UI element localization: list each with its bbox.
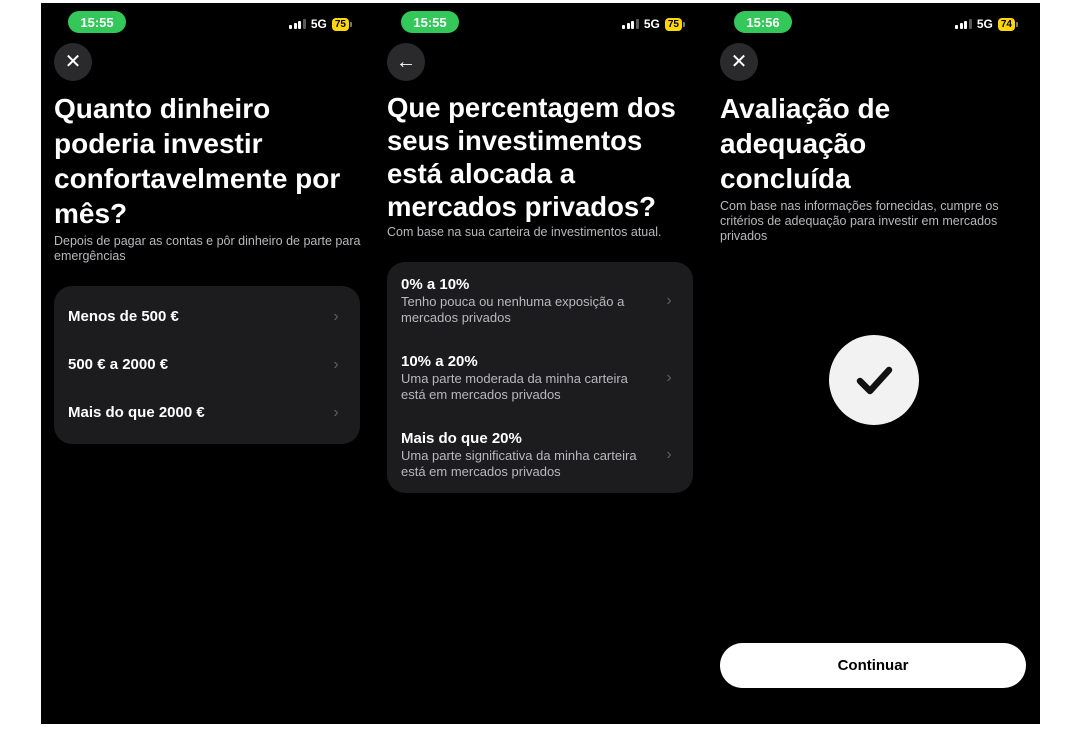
option-less-than-500[interactable]: Menos de 500 € › <box>54 293 360 341</box>
network-label: 5G <box>976 17 993 31</box>
success-badge <box>829 335 919 425</box>
battery-icon: 75 <box>664 17 685 31</box>
option-label: Menos de 500 € <box>68 308 179 325</box>
close-icon: ✕ <box>64 51 82 73</box>
page-subtitle: Depois de pagar as contas e pôr dinheiro… <box>54 234 361 263</box>
signal-icon <box>955 19 972 29</box>
screen-monthly-investment: 15:55 5G 75 ✕ Quanto dinheiro poderia in… <box>41 3 374 724</box>
status-time: 15:55 <box>401 11 459 33</box>
status-bar-right: 5G 75 <box>289 17 352 31</box>
network-label: 5G <box>310 17 327 31</box>
screen-assessment-complete: 15:56 5G 74 ✕ Avaliação de adequação con… <box>707 3 1040 724</box>
back-arrow-icon: ← <box>396 51 416 73</box>
battery-level: 75 <box>664 17 682 31</box>
screenshot-canvas: 15:55 5G 75 ✕ Quanto dinheiro poderia in… <box>41 3 1040 724</box>
page-title: Quanto dinheiro poderia investir confort… <box>54 93 341 229</box>
network-label: 5G <box>643 17 660 31</box>
continue-button[interactable]: Continuar <box>720 643 1026 688</box>
option-label: 500 € a 2000 € <box>68 356 169 373</box>
chevron-right-icon: › <box>333 404 339 421</box>
chevron-right-icon: › <box>666 368 672 386</box>
options-card: Menos de 500 € › 500 € a 2000 € › Mais d… <box>54 286 360 444</box>
chevron-right-icon: › <box>666 291 672 309</box>
status-bar-right: 5G 74 <box>955 17 1018 31</box>
option-label: 10% a 20% <box>401 352 478 370</box>
option-500-to-2000[interactable]: 500 € a 2000 € › <box>54 341 360 389</box>
option-description: Uma parte moderada da minha carteira est… <box>401 370 628 402</box>
options-card: 0% a 10% Tenho pouca ou nenhuma exposiçã… <box>387 262 693 493</box>
option-description: Tenho pouca ou nenhuma exposição a merca… <box>401 293 625 325</box>
close-button[interactable]: ✕ <box>54 43 92 81</box>
page-title: Avaliação de adequação concluída <box>720 93 891 194</box>
option-0-to-10-percent[interactable]: 0% a 10% Tenho pouca ou nenhuma exposiçã… <box>387 262 693 339</box>
option-10-to-20-percent[interactable]: 10% a 20% Uma parte moderada da minha ca… <box>387 339 693 416</box>
screen-private-markets-allocation: 15:55 5G 75 ← Que percentagem dos seus i… <box>374 3 707 724</box>
back-button[interactable]: ← <box>387 43 425 81</box>
page-title: Que percentagem dos seus investimentos e… <box>387 92 676 222</box>
battery-level: 74 <box>997 17 1015 31</box>
battery-level: 75 <box>331 17 349 31</box>
chevron-right-icon: › <box>666 445 672 463</box>
option-label: Mais do que 2000 € <box>68 404 205 421</box>
status-bar-right: 5G 75 <box>622 17 685 31</box>
option-description: Uma parte significativa da minha carteir… <box>401 447 637 479</box>
close-button[interactable]: ✕ <box>720 43 758 81</box>
option-more-than-20-percent[interactable]: Mais do que 20% Uma parte significativa … <box>387 416 693 493</box>
checkmark-icon <box>856 366 893 395</box>
chevron-right-icon: › <box>333 308 339 325</box>
page-subtitle: Com base nas informações fornecidas, cum… <box>720 199 999 243</box>
signal-icon <box>289 19 306 29</box>
option-label: Mais do que 20% <box>401 429 522 447</box>
chevron-right-icon: › <box>333 356 339 373</box>
option-label: 0% a 10% <box>401 275 470 293</box>
close-icon: ✕ <box>730 51 748 73</box>
battery-icon: 75 <box>331 17 352 31</box>
status-time: 15:55 <box>68 11 126 33</box>
signal-icon <box>622 19 639 29</box>
option-more-than-2000[interactable]: Mais do que 2000 € › <box>54 389 360 437</box>
battery-icon: 74 <box>997 17 1018 31</box>
status-time: 15:56 <box>734 11 792 33</box>
page-subtitle: Com base na sua carteira de investimento… <box>387 225 662 239</box>
